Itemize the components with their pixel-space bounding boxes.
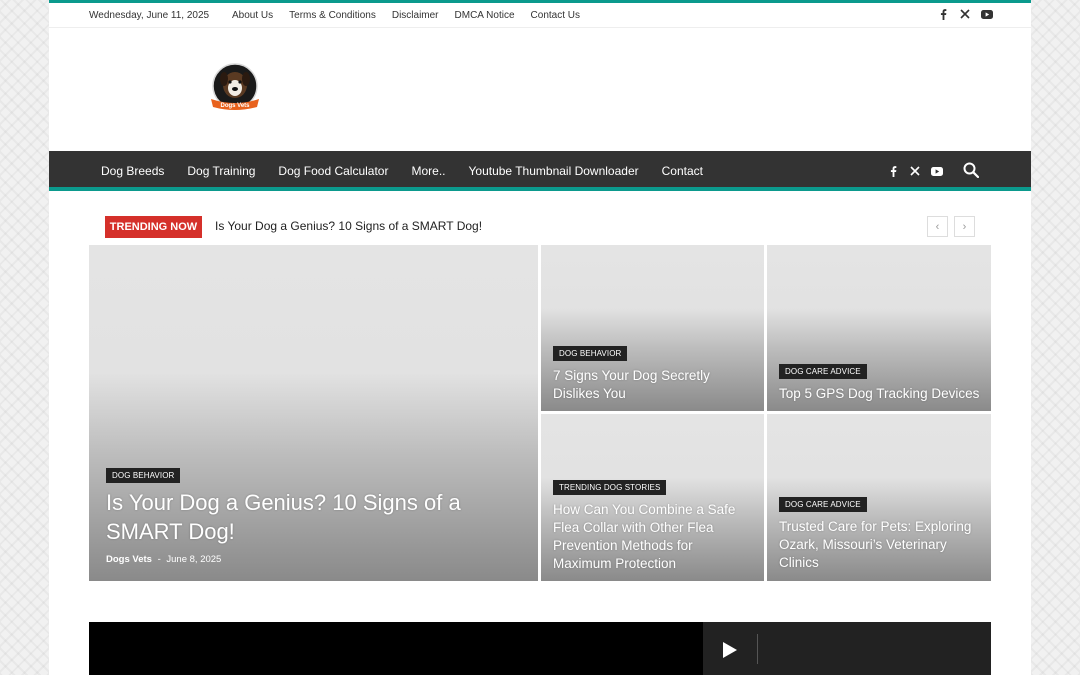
trending-label: TRENDING NOW — [105, 216, 202, 238]
top-bar: Wednesday, June 11, 2025 About Us Terms … — [49, 0, 1031, 28]
logo-text: Dogs Vets — [220, 103, 250, 109]
nav-item-dog-food-calculator[interactable]: Dog Food Calculator — [278, 164, 388, 178]
featured-main-post[interactable]: DOG BEHAVIOR Is Your Dog a Genius? 10 Si… — [89, 245, 538, 581]
top-link-terms[interactable]: Terms & Conditions — [289, 10, 376, 21]
play-icon[interactable] — [723, 642, 737, 663]
meta-separator: - — [157, 554, 161, 565]
featured-post-2[interactable]: DOG CARE ADVICE Top 5 GPS Dog Tracking D… — [767, 245, 991, 411]
top-link-about-us[interactable]: About Us — [232, 10, 273, 21]
youtube-icon[interactable] — [981, 8, 993, 20]
post-title[interactable]: Top 5 GPS Dog Tracking Devices — [779, 385, 984, 403]
featured-post-1[interactable]: DOG BEHAVIOR 7 Signs Your Dog Secretly D… — [541, 245, 764, 411]
post-title[interactable]: 7 Signs Your Dog Secretly Dislikes You — [553, 367, 753, 403]
post-title[interactable]: Trusted Care for Pets: Exploring Ozark, … — [779, 518, 984, 572]
search-icon[interactable] — [963, 162, 980, 183]
top-link-dmca[interactable]: DMCA Notice — [455, 10, 515, 21]
post-title[interactable]: Is Your Dog a Genius? 10 Signs of a SMAR… — [106, 488, 506, 546]
post-date: June 8, 2025 — [166, 554, 222, 565]
post-author[interactable]: Dogs Vets — [106, 554, 152, 565]
nav-item-dog-breeds[interactable]: Dog Breeds — [101, 164, 164, 178]
nav-item-youtube-thumbnail-downloader[interactable]: Youtube Thumbnail Downloader — [469, 164, 639, 178]
video-playlist-panel — [703, 622, 991, 675]
nav-item-contact[interactable]: Contact — [662, 164, 703, 178]
nav-item-more[interactable]: More.. — [411, 164, 445, 178]
x-icon[interactable] — [909, 165, 921, 177]
category-badge[interactable]: DOG CARE ADVICE — [779, 364, 867, 379]
trending-arrows: ‹ › — [927, 216, 975, 237]
main-menu: Dog Breeds Dog Training Dog Food Calcula… — [101, 164, 726, 178]
category-badge[interactable]: DOG CARE ADVICE — [779, 497, 867, 512]
top-social-links — [937, 8, 993, 20]
post-title[interactable]: How Can You Combine a Safe Flea Collar w… — [553, 501, 753, 573]
main-nav: Dog Breeds Dog Training Dog Food Calcula… — [49, 151, 1031, 191]
top-links: About Us Terms & Conditions Disclaimer D… — [232, 10, 596, 21]
site-logo[interactable]: Dogs Vets — [209, 63, 261, 113]
trending-prev-button[interactable]: ‹ — [927, 216, 948, 237]
facebook-icon[interactable] — [887, 165, 899, 177]
nav-social-links — [887, 165, 943, 177]
trending-bar: TRENDING NOW Is Your Dog a Genius? 10 Si… — [105, 216, 975, 238]
current-date: Wednesday, June 11, 2025 — [89, 10, 210, 21]
featured-post-3[interactable]: TRENDING DOG STORIES How Can You Combine… — [541, 414, 764, 581]
post-meta: Dogs Vets - June 8, 2025 — [106, 554, 221, 565]
top-link-contact-us[interactable]: Contact Us — [531, 10, 580, 21]
trending-next-button[interactable]: › — [954, 216, 975, 237]
divider — [757, 634, 758, 664]
facebook-icon[interactable] — [937, 8, 949, 20]
page: Wednesday, June 11, 2025 About Us Terms … — [49, 0, 1031, 675]
video-player[interactable] — [89, 622, 991, 675]
featured-post-4[interactable]: DOG CARE ADVICE Trusted Care for Pets: E… — [767, 414, 991, 581]
nav-item-dog-training[interactable]: Dog Training — [187, 164, 255, 178]
top-link-disclaimer[interactable]: Disclaimer — [392, 10, 439, 21]
category-badge[interactable]: DOG BEHAVIOR — [553, 346, 628, 361]
category-badge[interactable]: TRENDING DOG STORIES — [553, 480, 667, 495]
x-icon[interactable] — [959, 8, 971, 20]
trending-title[interactable]: Is Your Dog a Genius? 10 Signs of a SMAR… — [215, 219, 482, 233]
youtube-icon[interactable] — [931, 165, 943, 177]
category-badge[interactable]: DOG BEHAVIOR — [106, 468, 181, 483]
